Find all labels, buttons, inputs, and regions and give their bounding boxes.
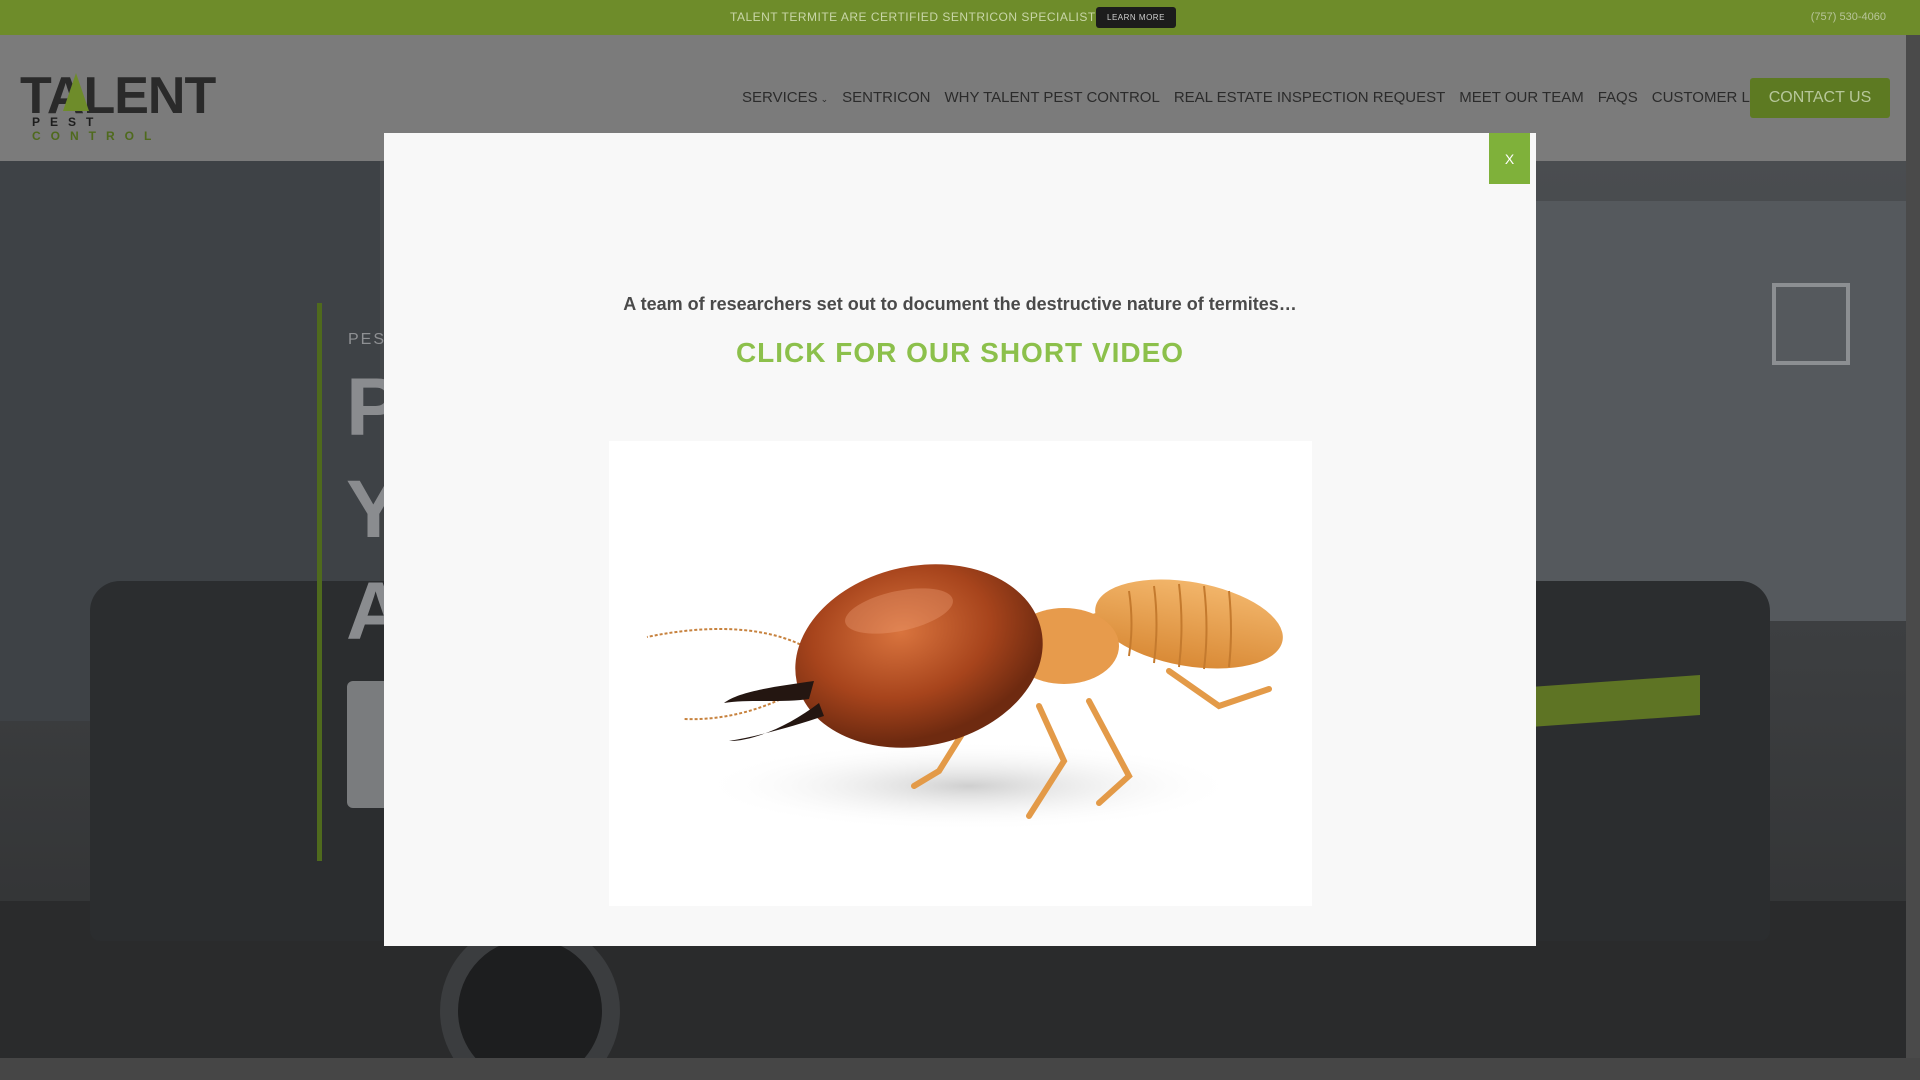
logo-tagline-part2: CONTROL: [32, 129, 162, 143]
nav-item-sentricon[interactable]: SENTRICON: [842, 89, 930, 106]
page-bottom-strip: [0, 1058, 1920, 1080]
nav-item-why-talent[interactable]: WHY TALENT PEST CONTROL: [944, 89, 1159, 106]
logo-tagline: PEST CONTROL: [32, 115, 210, 143]
nav-item-meet-our-team[interactable]: MEET OUR TEAM: [1459, 89, 1583, 106]
nav-item-faqs[interactable]: FAQS: [1598, 89, 1638, 106]
logo-tagline-part1: PEST: [32, 115, 104, 129]
modal-intro-text: A team of researchers set out to documen…: [623, 294, 1297, 314]
site-logo[interactable]: TALENT PEST CONTROL: [20, 66, 216, 143]
page-gutter: [1906, 35, 1920, 1058]
house-window: [1772, 283, 1850, 365]
chevron-down-icon: ⌄: [820, 94, 829, 104]
nav-item-services[interactable]: SERVICES ⌄: [742, 89, 828, 106]
announcement-bar: TALENT TERMITE ARE CERTIFIED SENTRICON S…: [0, 0, 1920, 35]
learn-more-button[interactable]: LEARN MORE: [1096, 7, 1176, 28]
nav-item-real-estate-inspection[interactable]: REAL ESTATE INSPECTION REQUEST: [1174, 89, 1445, 106]
nav-item-label: SERVICES: [742, 89, 818, 106]
hero-accent-bar: [317, 303, 322, 861]
video-cta-link[interactable]: CLICK FOR OUR SHORT VIDEO: [384, 337, 1536, 369]
house-right-image: [1530, 201, 1906, 621]
video-modal: X A team of researchers set out to docum…: [384, 133, 1536, 946]
contact-us-button[interactable]: CONTACT US: [1750, 78, 1890, 118]
phone-link[interactable]: (757) 530-4060: [1811, 11, 1886, 23]
video-thumbnail[interactable]: [609, 441, 1312, 906]
modal-close-button[interactable]: X: [1489, 133, 1530, 184]
announcement-text: TALENT TERMITE ARE CERTIFIED SENTRICON S…: [730, 10, 1109, 24]
termite-icon: [646, 564, 1283, 831]
main-nav: SERVICES ⌄ SENTRICON WHY TALENT PEST CONT…: [742, 89, 1788, 106]
